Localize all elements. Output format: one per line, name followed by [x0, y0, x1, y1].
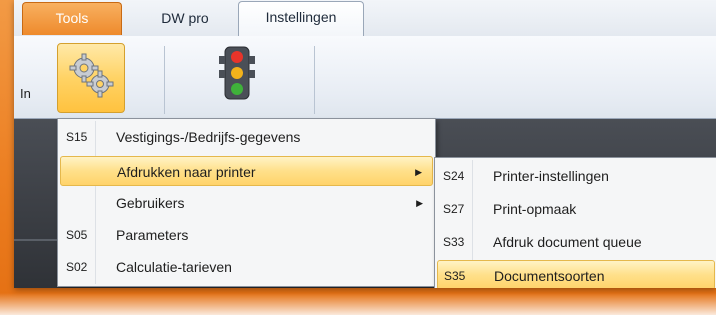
submenu-item-afdruk-document-queue[interactable]: S33 Afdruk document queue — [437, 227, 715, 257]
app-window: Tools DW pro Instellingen In S15 Vestigi… — [14, 0, 716, 288]
printer-submenu: S24 Printer-instellingen S27 Print-opmaa… — [434, 157, 716, 288]
traffic-light-icon — [219, 46, 255, 100]
tab-instellingen[interactable]: Instellingen — [238, 1, 364, 37]
orange-frame: Tools DW pro Instellingen In S15 Vestigi… — [0, 0, 716, 315]
menu-item-code: S35 — [444, 269, 466, 283]
traffic-light-button[interactable] — [219, 46, 255, 100]
tab-dw-pro[interactable]: DW pro — [130, 3, 240, 36]
menu-item-label: Gebruikers — [116, 195, 185, 211]
menu-item-label: Parameters — [116, 227, 189, 243]
menu-item-label: Vestigings-/Bedrijfs-gegevens — [116, 129, 301, 145]
menu-item-label: Documentsoorten — [494, 268, 605, 284]
submenu-arrow-icon: ▶ — [415, 167, 422, 177]
settings-gears-button[interactable] — [57, 43, 125, 113]
menu-item-code: S02 — [66, 260, 88, 274]
menu-item-afdrukken-naar-printer[interactable]: Afdrukken naar printer ▶ — [60, 156, 433, 186]
menu-item-label: Afdrukken naar printer — [117, 164, 256, 180]
menu-item-code: S27 — [443, 202, 465, 216]
ribbon-group-label: In — [20, 86, 31, 101]
menu-item-code: S24 — [443, 169, 465, 183]
gears-icon — [69, 53, 114, 98]
menu-item-gebruikers[interactable]: Gebruikers ▶ — [60, 188, 433, 218]
menu-item-code: S15 — [66, 130, 88, 144]
menu-item-label: Printer-instellingen — [493, 168, 609, 184]
menu-item-calculatie-tarieven[interactable]: S02 Calculatie-tarieven — [60, 252, 433, 282]
submenu-arrow-icon: ▶ — [416, 198, 423, 208]
settings-dropdown-menu: S15 Vestigings-/Bedrijfs-gegevens Afdruk… — [57, 118, 436, 287]
tab-tools[interactable]: Tools — [22, 2, 122, 35]
menu-item-label: Afdruk document queue — [493, 234, 642, 250]
menu-item-label: Print-opmaak — [493, 201, 577, 217]
ribbon-separator — [164, 46, 165, 114]
menu-item-vestigings-gegevens[interactable]: S15 Vestigings-/Bedrijfs-gegevens — [60, 122, 433, 152]
menu-item-label: Calculatie-tarieven — [116, 259, 232, 275]
ribbon-panel — [14, 36, 716, 119]
menu-item-code: S05 — [66, 228, 88, 242]
submenu-item-documentsoorten[interactable]: S35 Documentsoorten — [437, 260, 715, 288]
ribbon-separator — [314, 46, 315, 114]
submenu-item-printer-instellingen[interactable]: S24 Printer-instellingen — [437, 161, 715, 191]
submenu-item-print-opmaak[interactable]: S27 Print-opmaak — [437, 194, 715, 224]
ribbon-tab-strip: Tools DW pro Instellingen — [14, 0, 716, 37]
menu-item-parameters[interactable]: S05 Parameters — [60, 220, 433, 250]
menu-item-code: S33 — [443, 235, 465, 249]
